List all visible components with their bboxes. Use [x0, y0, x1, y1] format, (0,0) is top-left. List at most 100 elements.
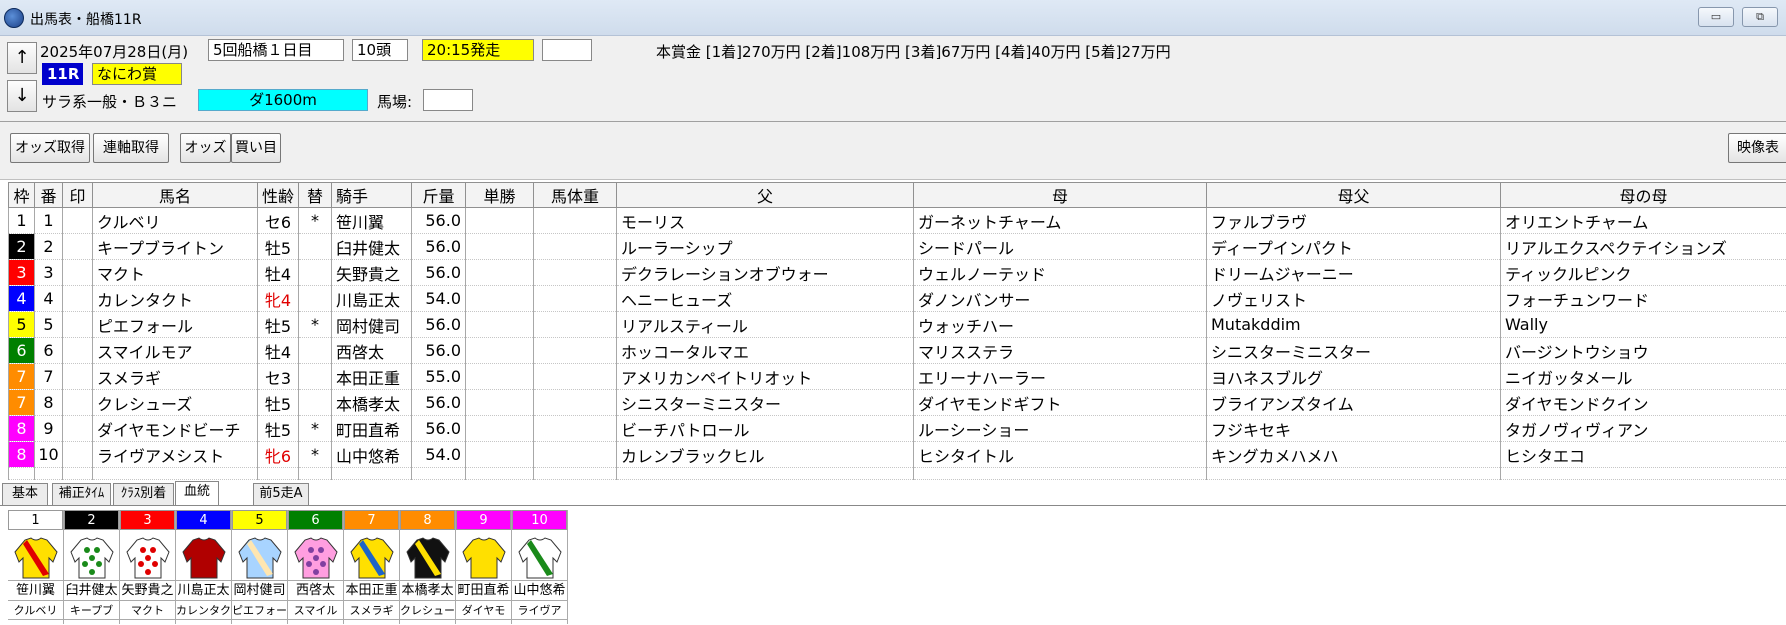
going-value-box: [423, 89, 473, 111]
dam-dam-cell: タガノヴィヴィアン: [1500, 415, 1786, 442]
jockey-change-cell: *: [298, 311, 332, 338]
jockey-silk-icon: [181, 537, 226, 579]
window-title: 出馬表・船橋11R: [30, 12, 142, 28]
mark-cell: [62, 233, 93, 260]
col-sire[interactable]: 父: [616, 182, 914, 208]
silk-number: 7: [344, 510, 399, 530]
col-weight[interactable]: 斤量: [411, 182, 466, 208]
table-row[interactable]: 3 3 マクト 牡4 矢野貴之 56.0 デクラレーションオブウォー ウェルノーテッド ドリーム…: [8, 259, 1786, 286]
silk-number: 1: [8, 510, 63, 530]
sex-age-cell: 牝6: [257, 441, 299, 468]
table-row[interactable]: 7 7 スメラギ セ3 本田正重 55.0 アメリカンペイトリオット エリーナハーラー ヨハネス…: [8, 363, 1786, 390]
jockey-cell: 岡村健司: [331, 311, 412, 338]
waku-cell: 8: [8, 415, 35, 442]
broodmare-sire-cell: ノヴェリスト: [1206, 285, 1501, 312]
tab-pedigree[interactable]: 血統: [175, 481, 219, 506]
broodmare-sire-cell: Mutakddim: [1206, 311, 1501, 338]
tab-class-finish[interactable]: ｸﾗｽ別着: [113, 483, 174, 505]
dam-cell: エリーナハーラー: [913, 363, 1207, 390]
get-odds-button[interactable]: オッズ取得: [10, 133, 90, 163]
waku-cell: 2: [8, 233, 35, 260]
broodmare-sire-cell: シニスターミニスター: [1206, 337, 1501, 364]
col-dam[interactable]: 母: [913, 182, 1207, 208]
jockey-silk-icon: [13, 537, 58, 579]
weight-cell: 56.0: [411, 207, 466, 234]
body-weight-cell: [533, 337, 617, 364]
table-row[interactable]: 6 6 スマイルモア 牡4 西啓太 56.0 ホッコータルマエ マリスステラ シニスターミニスタ…: [8, 337, 1786, 364]
odds-button[interactable]: オッズ: [180, 133, 231, 163]
tab-last5[interactable]: 前5走A: [253, 483, 309, 505]
sire-cell: ホッコータルマエ: [616, 337, 914, 364]
next-race-button[interactable]: ↓: [7, 80, 37, 112]
number-cell: 2: [34, 233, 63, 260]
col-jockey[interactable]: 騎手: [331, 182, 412, 208]
sire-cell: モーリス: [616, 207, 914, 234]
table-row[interactable]: 2 2 キープブライトン 牡5 臼井健太 56.0 ルーラーシップ シードパール ディープインパ…: [8, 233, 1786, 260]
silk-jockey-name: 臼井健太: [64, 580, 119, 600]
col-dam-dam[interactable]: 母の母: [1500, 182, 1786, 208]
col-body-weight[interactable]: 馬体重: [533, 182, 617, 208]
col-number[interactable]: 番: [34, 182, 63, 208]
waku-cell: 4: [8, 285, 35, 312]
col-broodmare-sire[interactable]: 母父: [1206, 182, 1501, 208]
win-odds-cell: [465, 207, 534, 234]
silk-horse-name: カレンタク: [176, 600, 231, 620]
jockey-silk-icon: [293, 537, 338, 579]
dam-cell: ウェルノーテッド: [913, 259, 1207, 286]
sire-cell: デクラレーションオブウォー: [616, 259, 914, 286]
waku-cell: 5: [8, 311, 35, 338]
broodmare-sire-cell: ブライアンズタイム: [1206, 389, 1501, 416]
tab-basic[interactable]: 基本: [2, 483, 48, 505]
horse-name-cell: キープブライトン: [92, 233, 258, 260]
silk-number: 3: [120, 510, 175, 530]
col-horse-name[interactable]: 馬名: [92, 182, 258, 208]
silk-horse-name: ライヴア: [512, 600, 567, 620]
col-waku[interactable]: 枠: [8, 182, 35, 208]
mark-cell: [62, 363, 93, 390]
silk-jockey-name: 矢野貴之: [120, 580, 175, 600]
col-mark[interactable]: 印: [62, 182, 93, 208]
col-win-odds[interactable]: 単勝: [465, 182, 534, 208]
silk-number: 10: [512, 510, 567, 530]
jockey-cell: 本橋孝太: [331, 389, 412, 416]
sire-cell: ヘニーヒューズ: [616, 285, 914, 312]
broodmare-sire-cell: ドリームジャーニー: [1206, 259, 1501, 286]
number-cell: 8: [34, 389, 63, 416]
silk-column: 2 臼井健太 キープブ: [64, 510, 120, 624]
silk-horse-name: スメラギ: [344, 600, 399, 620]
silk-number: 5: [232, 510, 287, 530]
restore-button[interactable]: ⧉: [1742, 7, 1778, 27]
minimize-button[interactable]: ▭: [1698, 7, 1734, 27]
col-jockey-change[interactable]: 替: [298, 182, 332, 208]
silk-number: 8: [400, 510, 455, 530]
prev-race-button[interactable]: ↑: [7, 42, 37, 74]
kaime-button[interactable]: 買い目: [231, 133, 281, 163]
entry-table: 枠 番 印 馬名 性齢 替 騎手 斤量 単勝 馬体重 父 母 母父 母の母 11…: [8, 182, 1786, 480]
body-weight-cell: [533, 415, 617, 442]
table-row[interactable]: 4 4 カレンタクト 牝4 川島正太 54.0 ヘニーヒューズ ダノンバンサー ノヴェリスト フォ…: [8, 285, 1786, 312]
weight-cell: 56.0: [411, 337, 466, 364]
video-button[interactable]: 映像表: [1728, 133, 1786, 163]
table-row[interactable]: 5 5 ピエフォール 牡5 * 岡村健司 56.0 リアルスティール ウォッチハー Mutakdd…: [8, 311, 1786, 338]
weight-cell: 54.0: [411, 285, 466, 312]
horse-name-cell: スマイルモア: [92, 337, 258, 364]
waku-cell: 3: [8, 259, 35, 286]
table-row[interactable]: 7 8 クレシューズ 牡5 本橋孝太 56.0 シニスターミニスター ダイヤモンドギフト ブライ…: [8, 389, 1786, 416]
get-renpuku-button[interactable]: 連軸取得: [93, 133, 169, 163]
jockey-silk-icon: [125, 537, 170, 579]
tab-corrected-time[interactable]: 補正ﾀｲﾑ: [52, 483, 111, 505]
sex-age-cell: 牡5: [257, 311, 299, 338]
col-sex-age[interactable]: 性齢: [257, 182, 299, 208]
table-row[interactable]: 8 9 ダイヤモンドビーチ 牡5 * 町田直希 56.0 ビーチパトロール ルーシーショー フジキ…: [8, 415, 1786, 442]
weight-cell: 54.0: [411, 441, 466, 468]
win-odds-cell: [465, 337, 534, 364]
race-class: サラ系一般・Ｂ３ニ: [42, 93, 178, 111]
silk-jockey-name: 本橋孝太: [400, 580, 455, 600]
course-box: ダ1600m: [198, 89, 368, 111]
jockey-change-cell: [298, 389, 332, 416]
silk-jockey-name: 西啓太: [288, 580, 343, 600]
number-cell: 7: [34, 363, 63, 390]
table-row[interactable]: 8 10 ライヴアメシスト 牝6 * 山中悠希 54.0 カレンブラックヒル ヒシタイトル キング…: [8, 441, 1786, 468]
mark-cell: [62, 311, 93, 338]
table-row[interactable]: 1 1 クルベリ セ6 * 笹川翼 56.0 モーリス ガーネットチャーム ファルブラヴ オリエント…: [8, 207, 1786, 234]
